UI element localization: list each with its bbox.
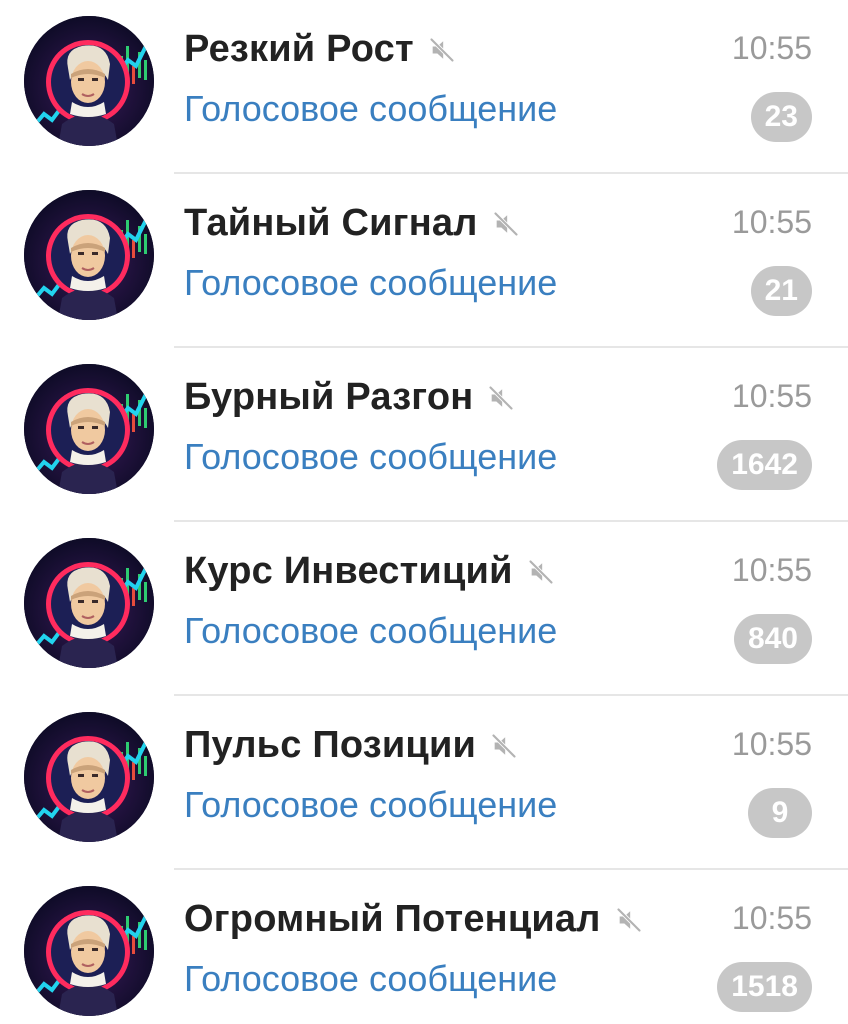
chat-preview: Голосовое сообщение <box>184 88 558 129</box>
chat-preview: Голосовое сообщение <box>184 262 558 303</box>
chat-row[interactable]: Тайный Сигнал 10:55 Голосовое сообщение … <box>0 174 848 348</box>
title-line: Тайный Сигнал <box>184 198 520 248</box>
chat-time: 10:55 <box>731 204 812 240</box>
chat-time: 10:55 <box>731 378 812 414</box>
unread-badge: 1518 <box>717 962 812 1012</box>
avatar[interactable] <box>24 190 154 320</box>
unread-badge: 23 <box>750 92 812 142</box>
chat-row[interactable]: Бурный Разгон 10:55 Голосовое сообщение … <box>0 348 848 522</box>
avatar[interactable] <box>24 16 154 146</box>
avatar[interactable] <box>24 712 154 842</box>
chat-preview: Голосовое сообщение <box>184 436 558 477</box>
unread-badge: 21 <box>750 266 812 316</box>
muted-speaker-icon <box>490 732 518 760</box>
chat-time: 10:55 <box>731 30 812 66</box>
chat-title: Курс Инвестиций <box>184 549 513 592</box>
chat-time: 10:55 <box>731 726 812 762</box>
title-line: Огромный Потенциал <box>184 894 643 944</box>
title-line: Резкий Рост <box>184 24 456 74</box>
muted-speaker-icon <box>615 906 643 934</box>
avatar[interactable] <box>24 886 154 1016</box>
muted-speaker-icon <box>428 36 456 64</box>
chat-list: Резкий Рост 10:55 Голосовое сообщение 23… <box>0 0 848 1024</box>
chat-row[interactable]: Курс Инвестиций 10:55 Голосовое сообщени… <box>0 522 848 696</box>
chat-title: Резкий Рост <box>184 27 414 70</box>
title-line: Курс Инвестиций <box>184 546 555 596</box>
title-line: Пульс Позиции <box>184 720 518 770</box>
chat-row[interactable]: Огромный Потенциал 10:55 Голосовое сообщ… <box>0 870 848 1024</box>
muted-speaker-icon <box>487 384 515 412</box>
chat-preview: Голосовое сообщение <box>184 610 558 651</box>
unread-badge: 1642 <box>717 440 812 490</box>
muted-speaker-icon <box>492 210 520 238</box>
chat-time: 10:55 <box>731 900 812 936</box>
chat-title: Пульс Позиции <box>184 723 477 766</box>
chat-title: Тайный Сигнал <box>184 201 478 244</box>
chat-preview: Голосовое сообщение <box>184 958 558 999</box>
chat-title: Бурный Разгон <box>184 375 474 418</box>
title-line: Бурный Разгон <box>184 372 515 422</box>
chat-preview: Голосовое сообщение <box>184 784 558 825</box>
chat-row[interactable]: Резкий Рост 10:55 Голосовое сообщение 23 <box>0 0 848 174</box>
avatar[interactable] <box>24 364 154 494</box>
muted-speaker-icon <box>527 558 555 586</box>
unread-badge: 9 <box>748 788 812 838</box>
chat-row[interactable]: Пульс Позиции 10:55 Голосовое сообщение … <box>0 696 848 870</box>
avatar[interactable] <box>24 538 154 668</box>
chat-title: Огромный Потенциал <box>184 897 601 940</box>
chat-time: 10:55 <box>731 552 812 588</box>
unread-badge: 840 <box>733 614 812 664</box>
